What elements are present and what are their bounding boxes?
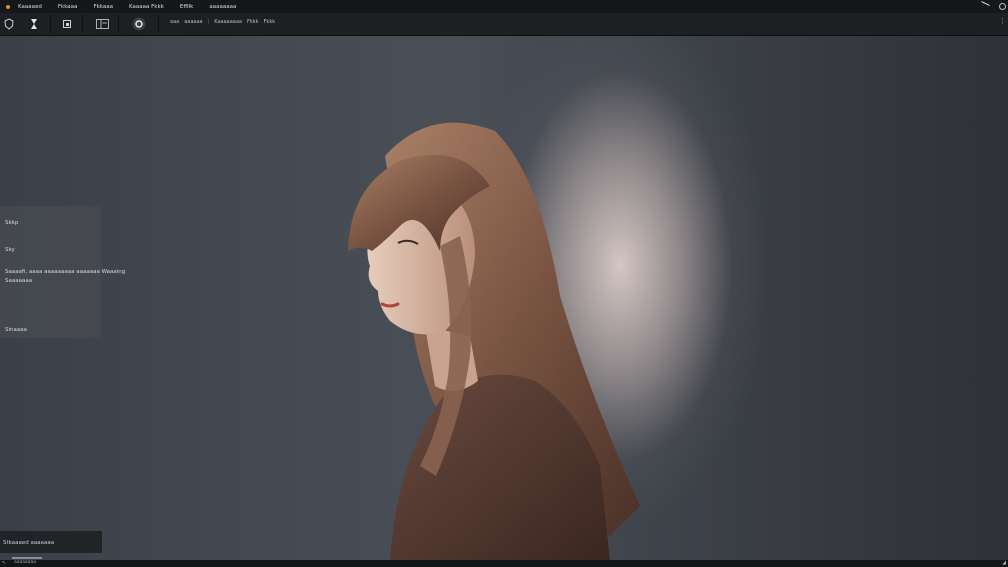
panel-description-line-2: Saaaaaaa [5, 278, 33, 284]
toolbar-divider [158, 15, 159, 33]
hourglass-icon[interactable] [28, 17, 40, 31]
more-icon[interactable]: ⋮ [999, 17, 1006, 25]
menubar: Kaaaaed Fkkaaa Fkkaaa Kaaaaa Fkkk Effilk… [0, 0, 1008, 13]
panel-title: Skkp [5, 220, 19, 226]
breadcrumb-item[interactable]: Kaaaaaaaa [214, 19, 242, 25]
status-bar: ↖ aaaaaaaa ◢ [0, 557, 1008, 567]
toolbar-divider [82, 15, 83, 33]
app-logo-icon[interactable] [6, 4, 10, 9]
menu-item-6[interactable]: aaaaaaaa [209, 4, 236, 10]
layout-icon[interactable] [94, 17, 110, 31]
menu-item-3[interactable]: Fkkaaa [93, 4, 113, 10]
toolbar: aaa aaaaaa | Kaaaaaaaa Fkkk Fkkk ⋮ [0, 13, 1008, 36]
shield-icon[interactable] [2, 17, 16, 31]
image-canvas[interactable] [0, 36, 1008, 561]
panel-footer[interactable]: Sinaaaa [5, 327, 27, 333]
status-tab-indicator [12, 557, 42, 559]
bottom-panel: Stkaaaed aaaaaaa [0, 531, 102, 553]
record-icon[interactable] [128, 17, 150, 31]
panel-description-line-1: Saaaafi, aaaa aaaaaaaaa aaaaaaa Waaaing [5, 269, 126, 275]
crop-icon[interactable] [60, 17, 74, 31]
bottom-panel-label[interactable]: Stkaaaed aaaaaaa [3, 540, 54, 546]
arrow-left-icon[interactable]: ↖ [2, 560, 6, 566]
breadcrumb-item[interactable]: aaaaaa [184, 19, 202, 25]
toolbar-divider [118, 15, 119, 33]
breadcrumb-item[interactable]: Fkkk [247, 19, 259, 25]
toolbar-divider [50, 15, 51, 33]
menu-item-2[interactable]: Fkkaaa [58, 4, 78, 10]
menu-item-5[interactable]: Effilk [180, 4, 194, 10]
minimize-icon[interactable] [981, 1, 990, 6]
panel-label: Sky [5, 247, 15, 253]
status-text: aaaaaaaa [14, 560, 37, 565]
breadcrumb-item[interactable]: aaa [170, 19, 179, 25]
menu-item-1[interactable]: Kaaaaed [18, 4, 42, 10]
window-control-icon[interactable] [999, 3, 1006, 10]
breadcrumb-separator: | [207, 19, 210, 25]
portrait-image [348, 122, 640, 561]
expand-icon[interactable]: ◢ [1002, 560, 1006, 566]
breadcrumb: aaa aaaaaa | Kaaaaaaaa Fkkk Fkkk [170, 19, 275, 25]
info-panel: Skkp Sky Saaaafi, aaaa aaaaaaaaa aaaaaaa… [0, 206, 125, 338]
menu-item-4[interactable]: Kaaaaa Fkkk [129, 4, 164, 10]
breadcrumb-item[interactable]: Fkkk [264, 19, 276, 25]
